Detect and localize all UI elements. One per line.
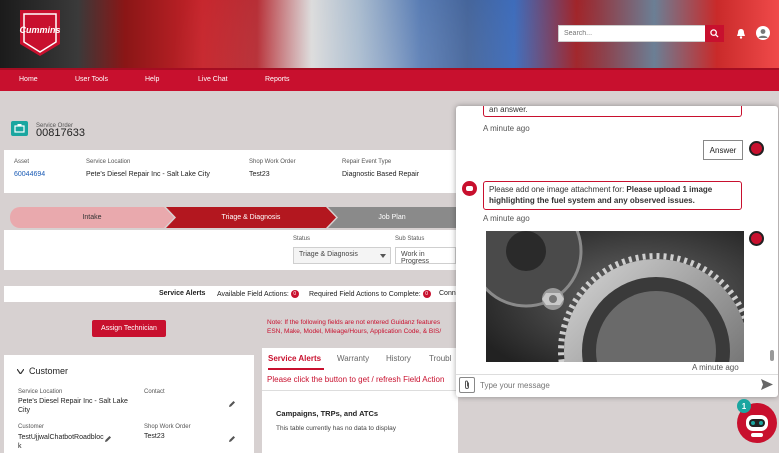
path-step-intake[interactable]: Intake (10, 207, 174, 228)
cummins-logo[interactable]: Cummins (14, 6, 66, 58)
paperclip-icon (465, 380, 469, 389)
tab-history[interactable]: History (386, 354, 411, 363)
search-box (558, 25, 724, 42)
nav-user-tools[interactable]: User Tools (75, 76, 108, 83)
tab-warranty[interactable]: Warranty (337, 354, 369, 363)
available-count-badge: 0 (290, 290, 299, 298)
progress-path: Intake Triage & Diagnosis Job Plan (10, 207, 456, 228)
chat-message-input[interactable] (480, 378, 740, 392)
chat-timestamp: A minute ago (692, 363, 739, 372)
chevron-down-icon[interactable] (17, 369, 24, 374)
chat-notification-badge: 1 (737, 399, 751, 413)
sub-status-label: Sub Status (395, 236, 425, 242)
nav-home[interactable]: Home (19, 76, 38, 83)
chat-bubble-answer: Answer (703, 140, 743, 160)
status-label: Status (293, 236, 311, 242)
assign-technician-button[interactable]: Assign Technician (92, 320, 166, 337)
svg-text:Cummins: Cummins (19, 25, 60, 35)
customer-service-location-value: Pete's Diesel Repair Inc - Salt Lake Cit… (18, 398, 128, 414)
service-alerts-title: Service Alerts (159, 290, 206, 297)
customer-service-location-label: Service Location (18, 389, 63, 395)
details-card: Asset 60044694 Service Location Pete's D… (4, 150, 456, 193)
customer-shop-wo-value: Test23 (144, 433, 165, 440)
send-icon[interactable] (761, 379, 773, 390)
chat-bubble-bot-request: Please add one image attachment for: Ple… (483, 181, 742, 210)
customer-section-title[interactable]: Customer (29, 366, 68, 376)
nav-reports[interactable]: Reports (265, 76, 290, 83)
required-count-badge: 0 (422, 290, 431, 298)
required-field-actions: Required Field Actions to Complete: 0 (309, 290, 431, 298)
contact-label: Contact (144, 389, 165, 395)
field-action-message: Please click the button to get / refresh… (267, 375, 445, 384)
service-order-icon (11, 121, 28, 136)
bot-avatar (462, 181, 477, 196)
search-input[interactable] (559, 26, 705, 41)
note-text: Note: If the following fields are not en… (267, 319, 442, 335)
service-location-value: Pete's Diesel Repair Inc - Salt Lake Cit… (86, 171, 210, 178)
chevron-down-icon (380, 254, 386, 258)
campaigns-empty-text: This table currently has no data to disp… (276, 425, 396, 432)
active-tab-underline (268, 368, 324, 370)
pencil-icon[interactable] (228, 400, 236, 408)
shop-work-order-value: Test23 (249, 171, 270, 178)
tabs-card: Service Alerts Warranty History Troubl P… (262, 348, 458, 453)
alerts-more-text: Conn (439, 290, 456, 297)
repair-event-type-value: Diagnostic Based Repair (342, 171, 420, 178)
bell-icon[interactable] (736, 28, 746, 39)
uploaded-image[interactable] (486, 231, 744, 362)
customer-value: TestUjjwalChatbotRoadblock (18, 434, 104, 450)
tab-bar: Service Alerts Warranty History Troubl (268, 354, 458, 368)
path-step-job-plan[interactable]: Job Plan (328, 207, 456, 228)
service-location-label: Service Location (86, 159, 131, 165)
chat-timestamp: A minute ago (483, 214, 530, 223)
path-step-triage[interactable]: Triage & Diagnosis (166, 207, 336, 228)
nav-live-chat[interactable]: Live Chat (198, 76, 228, 83)
asset-link[interactable]: 60044694 (14, 171, 45, 178)
user-avatar (749, 141, 764, 156)
shop-work-order-label: Shop Work Order (249, 159, 296, 165)
search-button[interactable] (705, 25, 724, 42)
tab-service-alerts[interactable]: Service Alerts (268, 354, 321, 363)
search-icon (710, 29, 719, 38)
sub-status-dropdown[interactable]: Work in Progress (395, 247, 456, 265)
repair-event-type-label: Repair Event Type (342, 159, 392, 165)
customer-label: Customer (18, 424, 45, 430)
customer-shop-wo-label: Shop Work Order (144, 424, 191, 430)
nav-help[interactable]: Help (145, 76, 159, 83)
chat-bubble-previous: an answer. (483, 106, 742, 117)
user-avatar (749, 231, 764, 246)
chat-panel: an answer. A minute ago Answer Please ad… (456, 106, 778, 397)
attach-button[interactable] (459, 377, 475, 393)
tab-troubleshooting[interactable]: Troubl (429, 354, 451, 363)
campaigns-title: Campaigns, TRPs, and ATCs (276, 409, 379, 418)
status-card: Status Triage & Diagnosis Sub Status Wor… (4, 230, 456, 270)
customer-card: Customer Service Location Pete's Diesel … (4, 355, 254, 453)
status-dropdown[interactable]: Triage & Diagnosis (293, 247, 391, 264)
pencil-icon[interactable] (104, 435, 112, 443)
chat-scrollbar[interactable] (770, 350, 774, 361)
chat-timestamp: A minute ago (483, 124, 530, 133)
asset-label: Asset (14, 159, 30, 165)
pencil-icon[interactable] (228, 435, 236, 443)
available-field-actions: Available Field Actions: 0 (217, 290, 299, 298)
divider (262, 390, 458, 391)
service-order-number: 00817633 (36, 127, 85, 139)
main-nav: Home User Tools Help Live Chat Reports (0, 68, 779, 91)
divider (456, 374, 778, 375)
alerts-bar: Service Alerts Available Field Actions: … (4, 286, 456, 302)
user-avatar-icon[interactable] (756, 26, 770, 40)
